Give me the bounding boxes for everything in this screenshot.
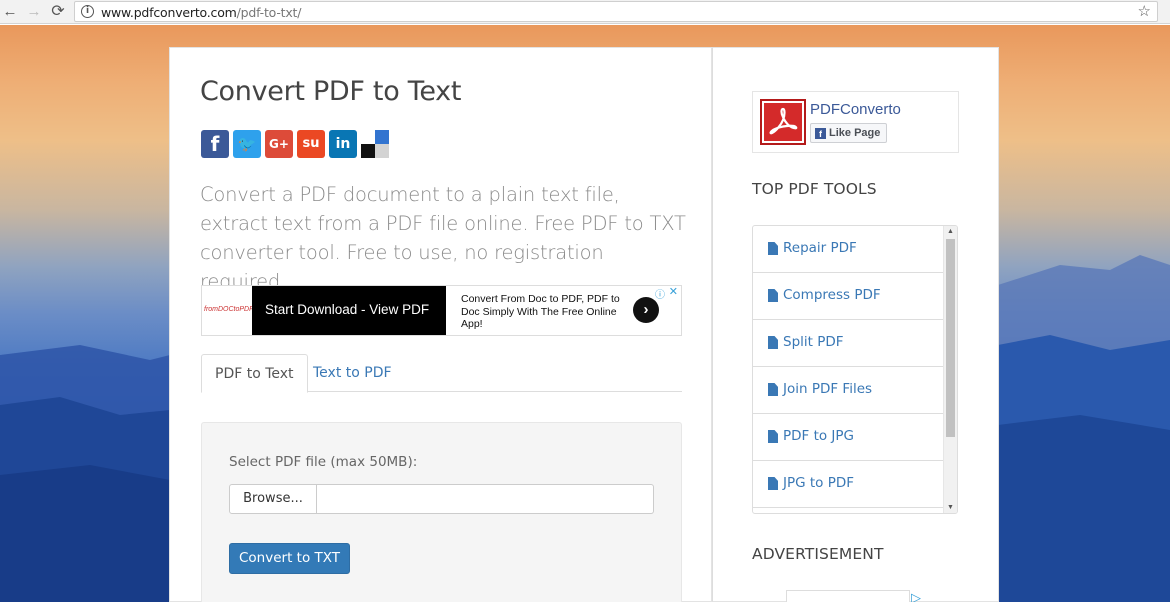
tab-pdf-to-text[interactable]: PDF to Text xyxy=(201,354,308,393)
tool-label: Join PDF Files xyxy=(783,381,873,397)
facebook-page-widget: PDFConverto f Like Page xyxy=(752,91,959,153)
facebook-share-icon[interactable]: f xyxy=(201,130,229,158)
top-tools-heading: TOP PDF TOOLS xyxy=(752,180,877,198)
tool-item-join-pdf[interactable]: Join PDF Files xyxy=(753,367,943,414)
back-arrow-icon[interactable]: ← xyxy=(0,2,20,22)
tools-list: Repair PDF Compress PDF Split PDF Join P… xyxy=(752,225,958,514)
upload-form-panel: Select PDF file (max 50MB): Browse... Co… xyxy=(201,422,682,602)
ad-cta-block[interactable]: Start Download - View PDF xyxy=(252,286,446,335)
scroll-up-arrow-icon[interactable]: ▲ xyxy=(947,228,954,235)
tool-item-pdf-to-jpg[interactable]: PDF to JPG xyxy=(753,414,943,461)
tools-scrollbar[interactable]: ▲ ▼ xyxy=(943,226,957,513)
file-icon xyxy=(768,383,778,396)
url-path: /pdf-to-txt/ xyxy=(236,5,302,20)
file-icon xyxy=(768,477,778,490)
ad-banner[interactable]: fromDOCtoPDF Start Download - View PDF C… xyxy=(201,285,682,336)
twitter-share-icon[interactable]: 🐦 xyxy=(233,130,261,158)
file-icon xyxy=(768,289,778,302)
tool-item-repair-pdf[interactable]: Repair PDF xyxy=(753,226,943,273)
tool-label: JPG to PDF xyxy=(783,475,855,491)
url-field[interactable]: i www.pdfconverto.com/pdf-to-txt/ ☆ xyxy=(74,1,1158,22)
sidebar-card: PDFConverto f Like Page TOP PDF TOOLS Rep… xyxy=(712,47,999,602)
site-info-icon[interactable]: i xyxy=(81,5,94,18)
adchoices-icon[interactable]: ▷ xyxy=(911,590,921,602)
file-icon xyxy=(768,430,778,443)
fb-page-name[interactable]: PDFConverto xyxy=(810,101,901,118)
main-content-card: Convert PDF to Text f 🐦 G+ su in Convert… xyxy=(169,47,712,602)
page-title: Convert PDF to Text xyxy=(200,76,462,107)
file-field-label: Select PDF file (max 50MB): xyxy=(229,454,418,470)
tool-label: Repair PDF xyxy=(783,240,857,256)
ad-description: Convert From Doc to PDF, PDF to Doc Simp… xyxy=(461,293,620,330)
stumbleupon-share-icon[interactable]: su xyxy=(297,130,325,158)
scroll-down-arrow-icon[interactable]: ▼ xyxy=(947,504,954,511)
browse-button[interactable]: Browse... xyxy=(229,484,317,514)
file-icon xyxy=(768,242,778,255)
fb-like-label: Like Page xyxy=(829,127,881,139)
tool-label: Split PDF xyxy=(783,334,844,350)
pdf-logo-icon xyxy=(764,103,802,141)
url-text: www.pdfconverto.com/pdf-to-txt/ xyxy=(101,5,301,20)
bookmark-star-icon[interactable]: ☆ xyxy=(1138,2,1151,20)
browser-address-bar: ← → ⟳ i www.pdfconverto.com/pdf-to-txt/ … xyxy=(0,0,1170,24)
file-path-input[interactable] xyxy=(317,484,654,514)
advertisement-heading: ADVERTISEMENT xyxy=(752,545,884,563)
tool-item-split-pdf[interactable]: Split PDF xyxy=(753,320,943,367)
sidebar-ad-frame[interactable]: ▷ xyxy=(786,590,921,602)
pdfconverto-logo[interactable] xyxy=(760,99,806,145)
facebook-icon: f xyxy=(815,128,826,139)
converter-tabs: PDF to Text Text to PDF xyxy=(201,354,682,393)
page-description: Convert a PDF document to a plain text f… xyxy=(200,183,686,293)
tool-item-compress-pdf[interactable]: Compress PDF xyxy=(753,273,943,320)
tool-label: PDF to JPG xyxy=(783,428,855,444)
googleplus-share-icon[interactable]: G+ xyxy=(265,130,293,158)
ad-cta-text: Start Download - View PDF xyxy=(265,302,430,317)
scrollbar-thumb[interactable] xyxy=(946,239,955,437)
url-host: www.pdfconverto.com xyxy=(101,5,237,20)
linkedin-share-icon[interactable]: in xyxy=(329,130,357,158)
tool-item-jpg-to-pdf[interactable]: JPG to PDF xyxy=(753,461,943,508)
delicious-share-icon[interactable] xyxy=(361,130,389,158)
fb-like-button[interactable]: f Like Page xyxy=(810,123,888,143)
tab-text-to-pdf[interactable]: Text to PDF xyxy=(300,354,405,392)
ad-info-icon[interactable]: ⓘ xyxy=(655,286,665,301)
convert-button[interactable]: Convert to TXT xyxy=(229,543,350,574)
ad-close-icon[interactable]: ✕ xyxy=(669,285,678,298)
file-icon xyxy=(768,336,778,349)
social-share-bar: f 🐦 G+ su in xyxy=(201,130,389,160)
forward-arrow-icon[interactable]: → xyxy=(24,2,44,22)
reload-icon[interactable]: ⟳ xyxy=(48,2,68,22)
tool-label: Compress PDF xyxy=(783,287,881,303)
ad-logo: fromDOCtoPDF xyxy=(204,306,254,313)
